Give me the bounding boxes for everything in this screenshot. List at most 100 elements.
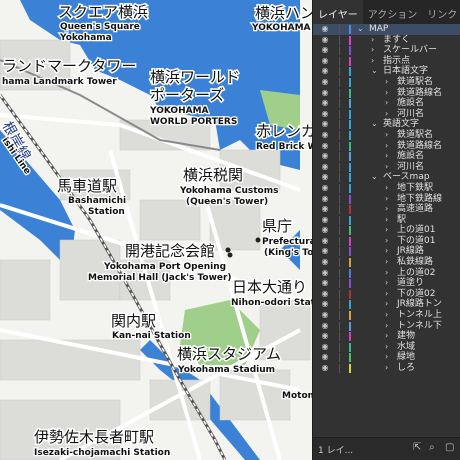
layer-row[interactable]: ◉ › 上の道02 — [313, 268, 460, 279]
chevron-down-icon[interactable]: ⌄ — [357, 24, 364, 35]
lock-column[interactable] — [339, 130, 340, 140]
chevron-right-icon[interactable]: › — [385, 151, 388, 162]
layer-row[interactable]: ◉ › 私鉄線路 — [313, 257, 460, 268]
layer-row[interactable]: ◉ › 鉄道路線名 — [313, 88, 460, 99]
chevron-right-icon[interactable]: › — [385, 246, 388, 257]
eye-icon[interactable]: ◉ — [319, 119, 331, 129]
layer-row[interactable]: ◉ › トンネル上 — [313, 310, 460, 321]
layer-row[interactable]: ◉ › ますく — [313, 35, 460, 46]
chevron-right-icon[interactable]: › — [385, 130, 388, 141]
layer-row[interactable]: ◉ › 鉄道駅名 — [313, 130, 460, 141]
chevron-right-icon[interactable]: › — [385, 236, 388, 247]
chevron-down-icon[interactable]: ⌄ — [371, 66, 378, 77]
chevron-right-icon[interactable]: › — [385, 204, 388, 215]
search-icon[interactable]: ⌕ — [429, 442, 435, 453]
export-icon[interactable]: ⇱ — [413, 442, 421, 453]
lock-column[interactable] — [339, 332, 340, 342]
lock-column[interactable] — [339, 247, 340, 257]
layer-row[interactable]: ◉ ⌄ MAP — [313, 24, 460, 35]
layer-row[interactable]: ◉ › 河川名 — [313, 162, 460, 173]
lock-column[interactable] — [339, 25, 340, 34]
lock-column[interactable] — [339, 205, 340, 215]
lock-column[interactable] — [339, 215, 340, 225]
lock-column[interactable] — [339, 162, 340, 172]
layer-row[interactable]: ◉ › しろ — [313, 363, 460, 374]
layer-row[interactable]: ◉ › 施設名 — [313, 151, 460, 162]
tab-layers[interactable]: レイヤー — [313, 0, 363, 24]
chevron-right-icon[interactable]: › — [385, 141, 388, 152]
chevron-right-icon[interactable]: › — [385, 363, 388, 374]
lock-column[interactable] — [339, 268, 340, 278]
lock-column[interactable] — [339, 152, 340, 162]
eye-icon[interactable]: ◉ — [319, 289, 331, 299]
lock-column[interactable] — [339, 35, 340, 45]
eye-icon[interactable]: ◉ — [319, 257, 331, 267]
eye-icon[interactable]: ◉ — [319, 352, 331, 362]
layer-row[interactable]: ◉ ⌄ ベースmap — [313, 172, 460, 183]
chevron-right-icon[interactable]: › — [385, 162, 388, 173]
layer-row[interactable]: ◉ › 下の道01 — [313, 236, 460, 247]
chevron-right-icon[interactable]: › — [385, 289, 388, 300]
chevron-right-icon[interactable]: › — [385, 278, 388, 289]
chevron-down-icon[interactable]: ⌄ — [371, 119, 378, 130]
lock-column[interactable] — [339, 279, 340, 289]
lock-column[interactable] — [339, 88, 340, 98]
chevron-right-icon[interactable]: › — [385, 321, 388, 332]
eye-icon[interactable]: ◉ — [319, 310, 331, 320]
chevron-right-icon[interactable]: › — [385, 331, 388, 342]
eye-icon[interactable]: ◉ — [319, 225, 331, 235]
lock-column[interactable] — [339, 183, 340, 193]
chevron-right-icon[interactable]: › — [371, 45, 374, 56]
eye-icon[interactable]: ◉ — [319, 278, 331, 288]
lock-column[interactable] — [339, 109, 340, 119]
eye-icon[interactable]: ◉ — [319, 45, 331, 55]
lock-column[interactable] — [339, 364, 340, 373]
layer-row[interactable]: ◉ › 指示点 — [313, 56, 460, 67]
chevron-right-icon[interactable]: › — [371, 56, 374, 67]
eye-icon[interactable]: ◉ — [319, 141, 331, 151]
eye-icon[interactable]: ◉ — [319, 109, 331, 119]
lock-column[interactable] — [339, 342, 340, 352]
lock-column[interactable] — [339, 258, 340, 268]
eye-icon[interactable]: ◉ — [319, 162, 331, 172]
chevron-right-icon[interactable]: › — [385, 194, 388, 205]
layer-row[interactable]: ◉ › 下の道02 — [313, 289, 460, 300]
lock-column[interactable] — [339, 300, 340, 310]
chevron-right-icon[interactable]: › — [385, 310, 388, 321]
layer-row[interactable]: ◉ › 建物 — [313, 331, 460, 342]
chevron-right-icon[interactable]: › — [385, 268, 388, 279]
layer-row[interactable]: ◉ › 鉄道路線名 — [313, 141, 460, 152]
layer-row[interactable]: ◉ › 緑地 — [313, 352, 460, 363]
chevron-right-icon[interactable]: › — [385, 342, 388, 353]
lock-column[interactable] — [339, 353, 340, 363]
chevron-right-icon[interactable]: › — [385, 215, 388, 226]
lock-column[interactable] — [339, 141, 340, 151]
eye-icon[interactable]: ◉ — [319, 268, 331, 278]
layer-row[interactable]: ◉ › JR線路トン — [313, 299, 460, 310]
layer-row[interactable]: ◉ › 駅 — [313, 215, 460, 226]
chevron-right-icon[interactable]: › — [385, 109, 388, 120]
layer-row[interactable]: ◉ › 地下鉄駅 — [313, 183, 460, 194]
chevron-right-icon[interactable]: › — [385, 225, 388, 236]
chevron-right-icon[interactable]: › — [385, 77, 388, 88]
eye-icon[interactable]: ◉ — [319, 321, 331, 331]
eye-icon[interactable]: ◉ — [319, 56, 331, 66]
eye-icon[interactable]: ◉ — [319, 194, 331, 204]
tab-actions[interactable]: アクション — [363, 0, 423, 24]
layer-row[interactable]: ◉ › 上の道01 — [313, 225, 460, 236]
chevron-right-icon[interactable]: › — [385, 352, 388, 363]
layer-row[interactable]: ◉ › 水域 — [313, 342, 460, 353]
lock-column[interactable] — [339, 77, 340, 87]
chevron-right-icon[interactable]: › — [371, 35, 374, 46]
lock-column[interactable] — [339, 289, 340, 299]
eye-icon[interactable]: ◉ — [319, 66, 331, 76]
layer-row[interactable]: ◉ ⌄ 英語文字 — [313, 119, 460, 130]
layer-row[interactable]: ◉ › 道塗り — [313, 278, 460, 289]
lock-column[interactable] — [339, 67, 340, 77]
eye-icon[interactable]: ◉ — [319, 236, 331, 246]
tab-links[interactable]: リンク — [422, 0, 460, 24]
layer-row[interactable]: ◉ › 施設名 — [313, 98, 460, 109]
layer-row[interactable]: ◉ › JR線路 — [313, 246, 460, 257]
layer-row[interactable]: ◉ ⌄ 日本語文字 — [313, 66, 460, 77]
chevron-right-icon[interactable]: › — [385, 183, 388, 194]
